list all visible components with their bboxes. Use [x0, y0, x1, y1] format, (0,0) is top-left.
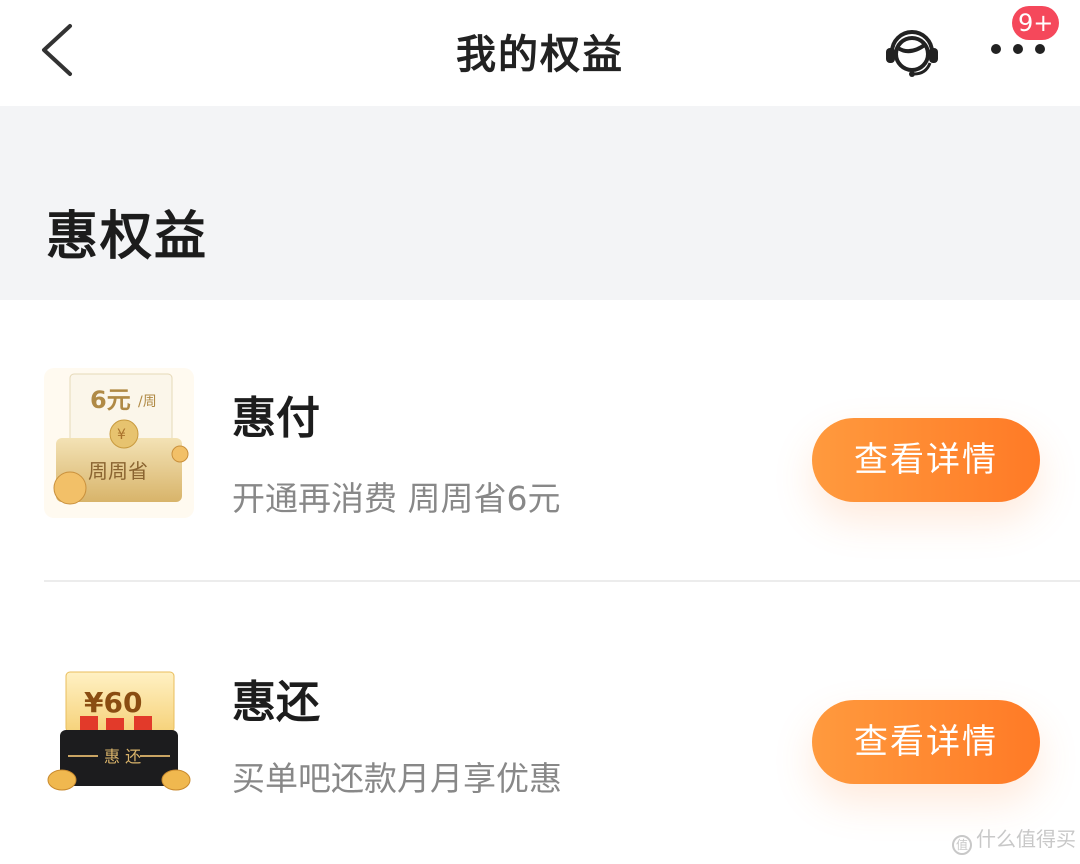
svg-text:6元: 6元 [90, 386, 131, 414]
notification-badge: 9+ [1012, 6, 1060, 40]
svg-text:/周: /周 [138, 394, 157, 410]
benefit-item-huihuan[interactable]: ¥60 惠 还 惠还 买单吧还款月月享优惠 查看详情 [0, 584, 1080, 864]
watermark-text: 什么值得买 [976, 827, 1076, 851]
svg-text:¥: ¥ [117, 427, 126, 443]
benefit-item-huifu[interactable]: 6元 /周 ¥ 周周省 惠付 开通再消费 周周省6元 查看详情 [0, 300, 1080, 580]
svg-text:惠 还: 惠 还 [104, 747, 141, 766]
svg-text:¥60: ¥60 [84, 686, 142, 719]
customer-service-icon[interactable] [880, 22, 944, 80]
benefit-description: 买单吧还款月月享优惠 [232, 759, 562, 798]
benefit-name: 惠还 [232, 677, 320, 728]
divider [44, 580, 1080, 582]
view-details-button[interactable]: 查看详情 [812, 700, 1040, 784]
svg-text:周周省: 周周省 [88, 459, 148, 483]
section-header: 惠权益 [0, 106, 1080, 300]
view-details-button[interactable]: 查看详情 [812, 418, 1040, 502]
top-nav-bar: 我的权益 9+ [0, 0, 1080, 104]
huifu-card-icon: 6元 /周 ¥ 周周省 [44, 368, 194, 518]
huihuan-card-icon: ¥60 惠 还 [47, 671, 191, 791]
watermark: 值什么值得买 [952, 823, 1076, 855]
benefit-name: 惠付 [232, 393, 320, 444]
watermark-logo-icon: 值 [952, 835, 972, 855]
section-title: 惠权益 [46, 207, 209, 267]
benefit-description: 开通再消费 周周省6元 [232, 479, 561, 518]
